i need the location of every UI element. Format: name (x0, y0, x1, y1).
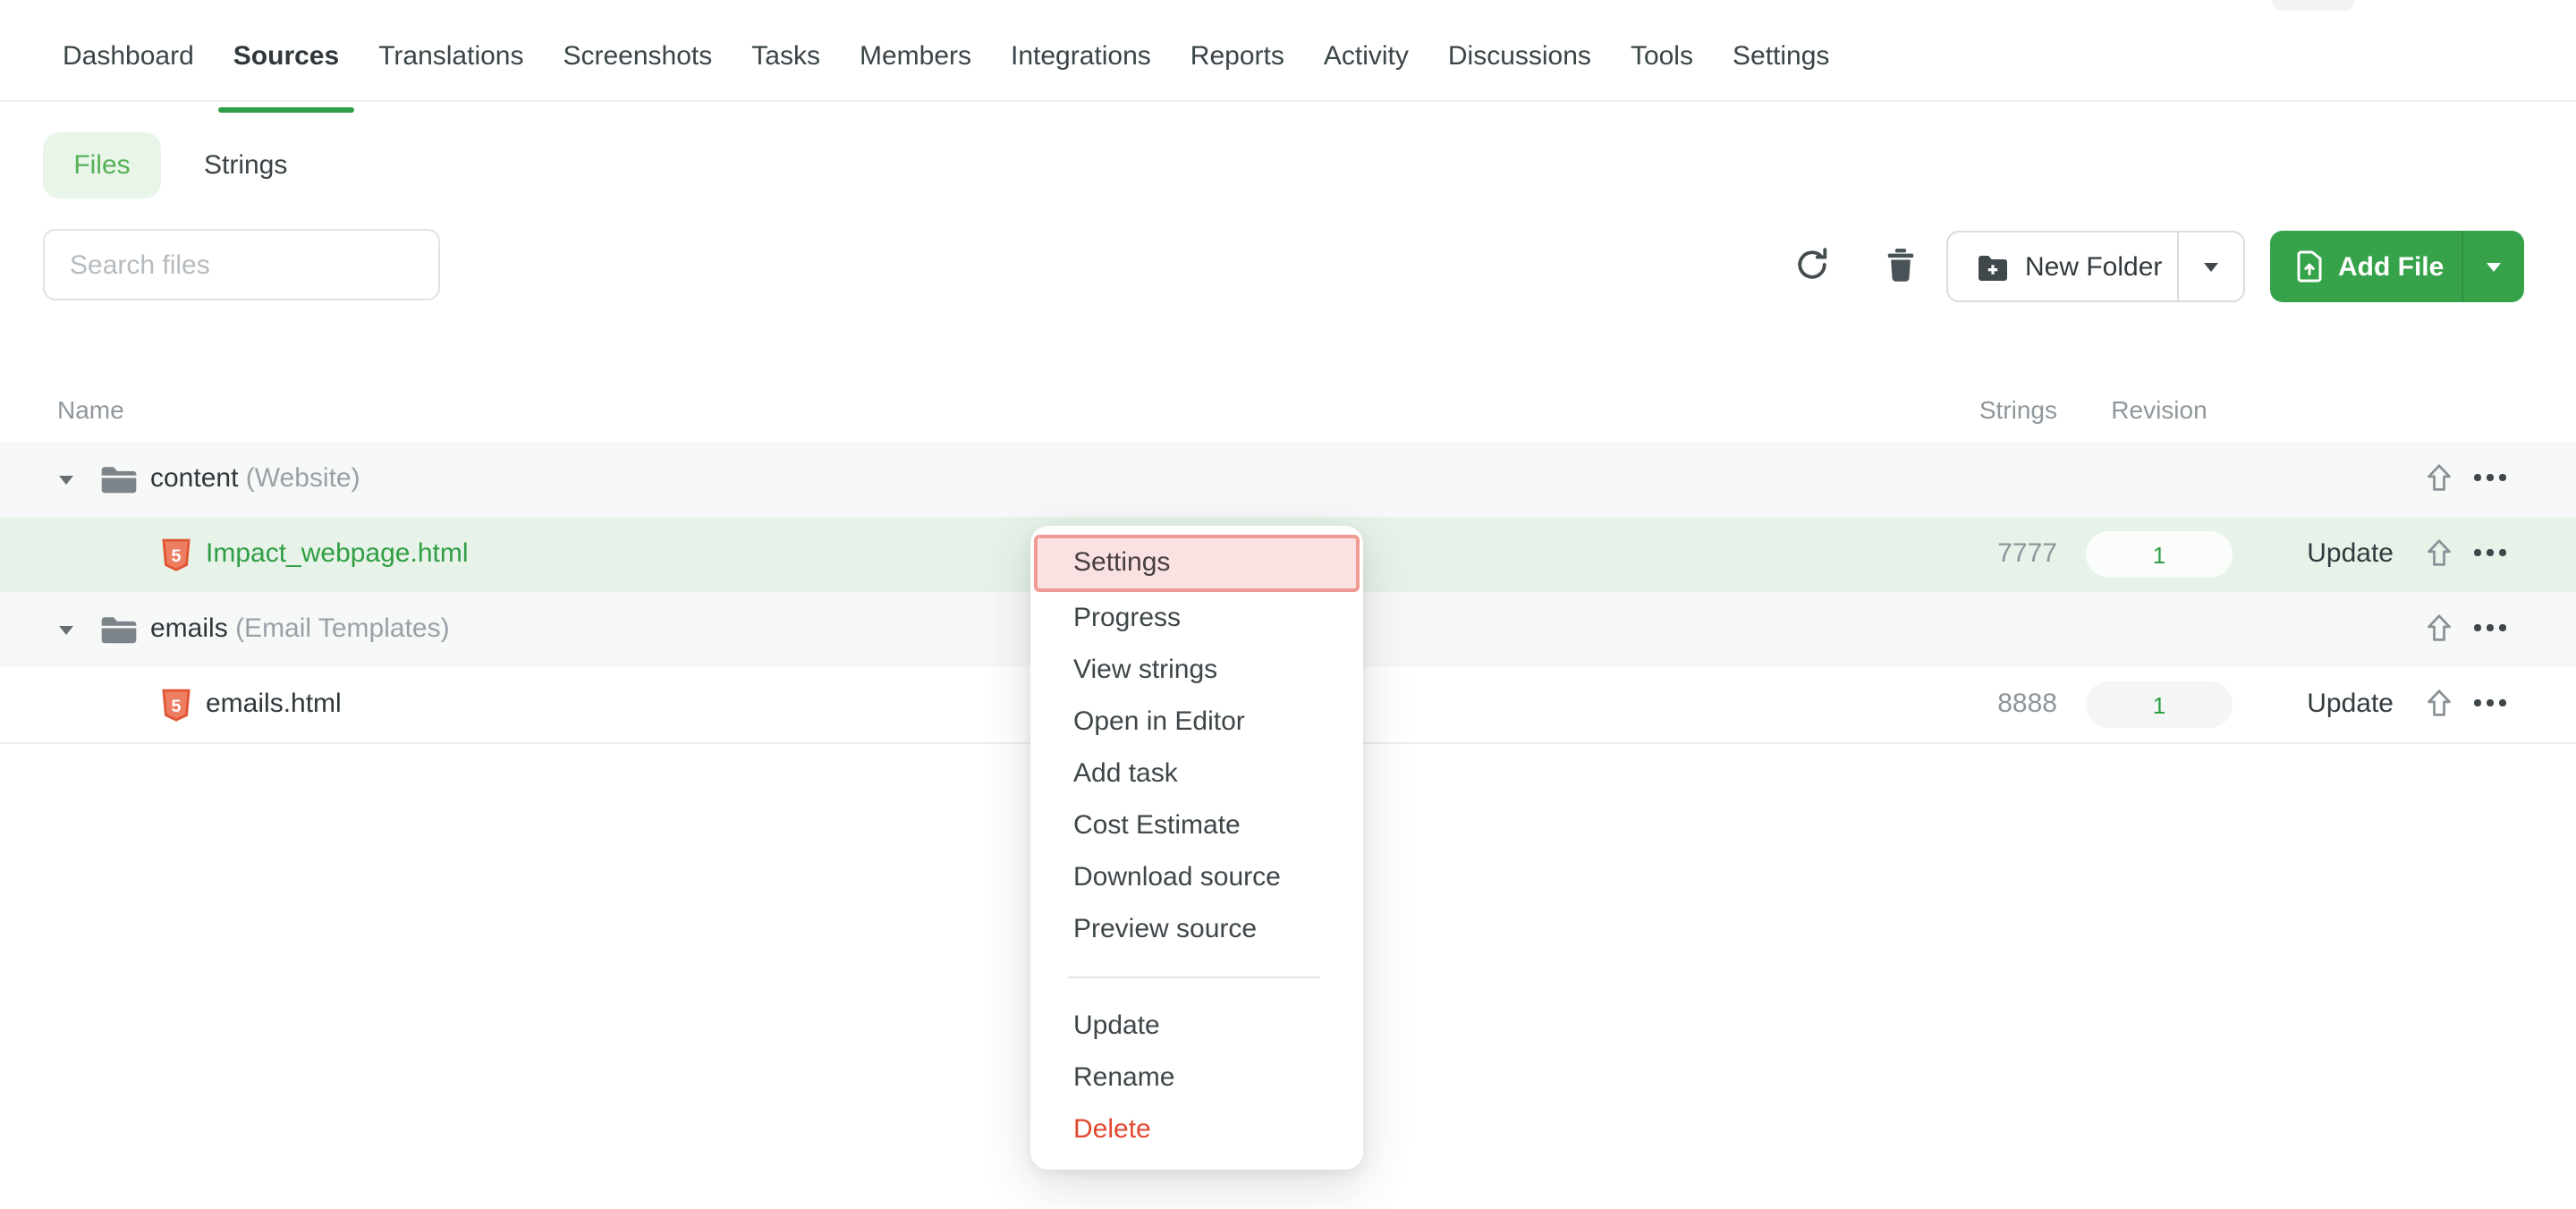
new-folder-label: New Folder (2025, 251, 2162, 282)
nav-item-screenshots[interactable]: Screenshots (564, 11, 713, 100)
collapse-caret-icon[interactable] (59, 476, 73, 485)
strings-count: 8888 (1997, 689, 2057, 719)
context-menu-item-add-task[interactable]: Add task (1030, 748, 1363, 799)
folder-name[interactable]: emails (Email Templates) (150, 613, 450, 644)
add-file-label: Add File (2338, 251, 2444, 282)
new-folder-split-button: New Folder (1946, 231, 2245, 302)
nav-item-members[interactable]: Members (860, 11, 971, 100)
revision-badge[interactable]: 1 (2086, 531, 2233, 578)
folder-icon (100, 465, 138, 495)
update-link[interactable]: Update (2307, 689, 2394, 719)
row-more-actions-button[interactable] (2474, 699, 2506, 706)
nav-item-reports[interactable]: Reports (1191, 11, 1284, 100)
file-upload-icon (2297, 250, 2322, 283)
context-menu-item-view-strings[interactable]: View strings (1030, 644, 1363, 696)
nav-item-integrations[interactable]: Integrations (1011, 11, 1151, 100)
table-header: Name Strings Revision (0, 383, 2576, 444)
refresh-icon (1792, 245, 1832, 284)
chevron-down-icon (2487, 262, 2501, 271)
folder-plus-icon (1977, 253, 2009, 280)
add-file-split-button: Add File (2270, 231, 2524, 302)
trash-icon (1885, 247, 1915, 283)
revision-badge[interactable]: 1 (2086, 681, 2233, 728)
row-more-actions-button[interactable] (2474, 624, 2506, 630)
folder-icon (100, 615, 138, 646)
nav-item-translations[interactable]: Translations (378, 11, 523, 100)
context-menu-item-rename[interactable]: Rename (1030, 1052, 1363, 1103)
context-menu-divider (1068, 976, 1320, 978)
add-file-menu-button[interactable] (2462, 231, 2524, 302)
nav-item-tasks[interactable]: Tasks (751, 11, 820, 100)
add-file-button[interactable]: Add File (2270, 231, 2462, 302)
context-menu-item-download-source[interactable]: Download source (1030, 851, 1363, 903)
nav-item-tools[interactable]: Tools (1631, 11, 1693, 100)
file-name[interactable]: emails.html (206, 689, 342, 719)
nav-item-settings[interactable]: Settings (1733, 11, 1829, 100)
context-menu-item-delete[interactable]: Delete (1030, 1103, 1363, 1155)
new-folder-button[interactable]: New Folder (1948, 232, 2176, 300)
search-input[interactable] (43, 229, 440, 300)
html5-file-icon: 5 (161, 689, 191, 723)
context-menu-item-update[interactable]: Update (1030, 1000, 1363, 1052)
new-folder-menu-button[interactable] (2176, 232, 2243, 300)
html5-file-icon: 5 (161, 538, 191, 572)
context-menu-item-cost-estimate[interactable]: Cost Estimate (1030, 799, 1363, 851)
upload-arrow-icon[interactable] (2426, 538, 2453, 569)
row-more-actions-button[interactable] (2474, 474, 2506, 480)
context-menu-item-settings[interactable]: Settings (1034, 535, 1360, 592)
row-more-actions-button[interactable] (2474, 549, 2506, 555)
upload-arrow-icon[interactable] (2426, 463, 2453, 494)
nav-item-discussions[interactable]: Discussions (1448, 11, 1591, 100)
delete-selected-button[interactable] (1875, 240, 1925, 290)
refresh-button[interactable] (1787, 240, 1837, 290)
svg-text:5: 5 (172, 546, 182, 566)
column-header-name: Name (57, 395, 124, 424)
context-menu-item-progress[interactable]: Progress (1030, 592, 1363, 644)
table-row-folder-content[interactable]: content (Website) (0, 442, 2576, 517)
file-context-menu: Settings Progress View strings Open in E… (1030, 526, 1363, 1170)
sources-files-page: Dashboard Sources Translations Screensho… (0, 0, 2576, 1209)
upload-arrow-icon[interactable] (2426, 689, 2453, 719)
context-menu-item-preview-source[interactable]: Preview source (1030, 903, 1363, 955)
column-header-revision: Revision (2086, 395, 2233, 424)
folder-name[interactable]: content (Website) (150, 463, 360, 494)
collapse-caret-icon[interactable] (59, 626, 73, 635)
upload-arrow-icon[interactable] (2426, 613, 2453, 644)
nav-item-dashboard[interactable]: Dashboard (63, 11, 194, 100)
nav-item-activity[interactable]: Activity (1324, 11, 1409, 100)
top-nav: Dashboard Sources Translations Screensho… (0, 0, 2576, 102)
folder-note: (Email Templates) (235, 613, 450, 644)
file-name[interactable]: Impact_webpage.html (206, 538, 469, 569)
svg-text:5: 5 (172, 697, 182, 716)
tab-strings[interactable]: Strings (204, 132, 287, 199)
column-header-strings: Strings (1979, 395, 2057, 424)
nav-item-sources[interactable]: Sources (233, 11, 339, 100)
tab-files[interactable]: Files (43, 132, 161, 199)
chevron-down-icon (2204, 262, 2218, 271)
strings-count: 7777 (1997, 538, 2057, 569)
cropped-element (2272, 0, 2354, 11)
context-menu-item-open-in-editor[interactable]: Open in Editor (1030, 696, 1363, 748)
update-link[interactable]: Update (2307, 538, 2394, 569)
folder-note: (Website) (246, 463, 360, 494)
